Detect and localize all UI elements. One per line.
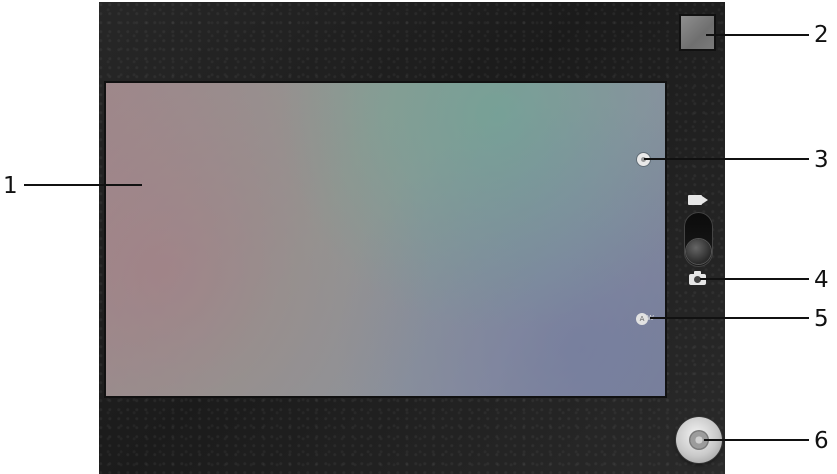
callout-label-1: 1 bbox=[3, 173, 18, 199]
callout-label-3: 3 bbox=[814, 147, 829, 173]
white-balance-label: W bbox=[647, 314, 654, 322]
camera-icon bbox=[689, 271, 706, 285]
callout-label-6: 6 bbox=[814, 428, 829, 454]
callout-label-2: 2 bbox=[814, 22, 829, 48]
shutter-button[interactable] bbox=[676, 417, 722, 463]
shutter-icon bbox=[689, 430, 709, 450]
callout-label-5: 5 bbox=[814, 306, 829, 332]
video-camera-icon bbox=[688, 195, 702, 205]
mode-switch-toggle[interactable] bbox=[684, 212, 713, 267]
gear-icon[interactable] bbox=[637, 153, 650, 166]
callout-label-4: 4 bbox=[814, 267, 829, 293]
viewfinder[interactable] bbox=[104, 81, 667, 398]
gallery-thumbnail[interactable] bbox=[679, 14, 716, 51]
camera-manual-figure: A W 1 2 3 4 5 6 bbox=[0, 0, 837, 474]
mode-switch-knob[interactable] bbox=[686, 239, 711, 264]
